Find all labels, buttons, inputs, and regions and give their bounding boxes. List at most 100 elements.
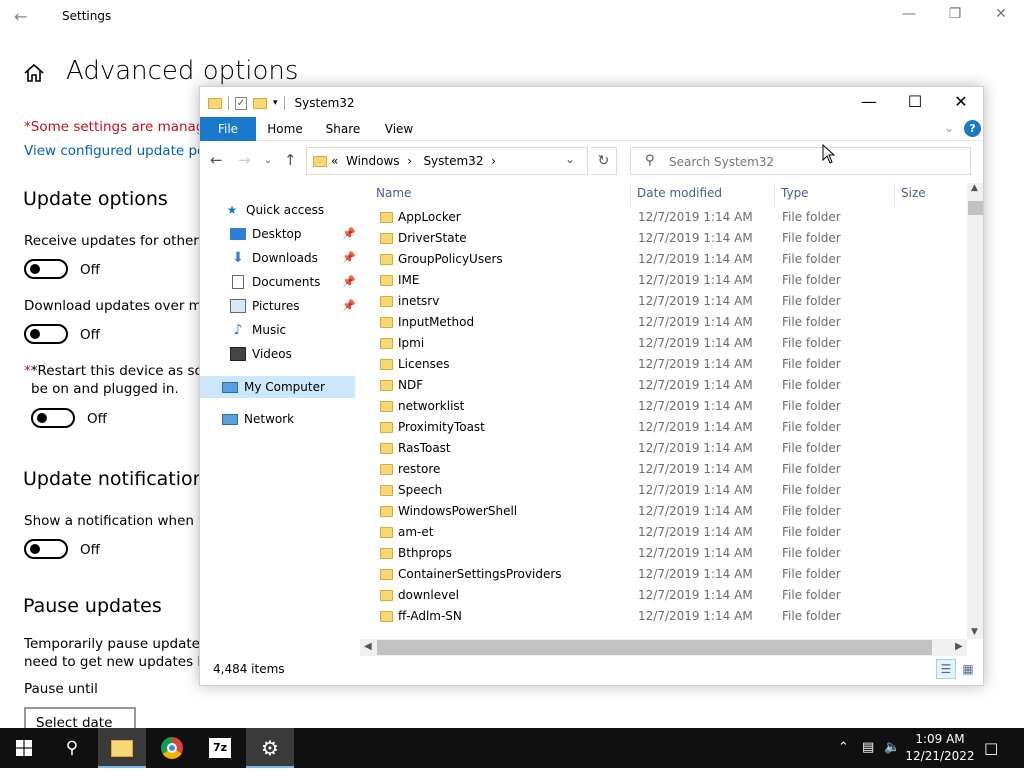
table-row[interactable]: Bthprops 12/7/2019 1:14 AM File folder — [370, 543, 970, 564]
scroll-thumb[interactable] — [377, 640, 932, 655]
pin-icon[interactable]: 📌 — [342, 299, 356, 312]
details-view-icon[interactable]: ☰ — [936, 659, 956, 679]
taskbar-file-explorer[interactable] — [98, 728, 146, 768]
table-row[interactable]: GroupPolicyUsers 12/7/2019 1:14 AM File fo… — [370, 249, 970, 270]
close-icon[interactable]: ✕ — [938, 87, 983, 117]
column-divider[interactable] — [894, 183, 895, 207]
home-icon[interactable] — [23, 62, 45, 84]
tab-home[interactable]: Home — [262, 117, 308, 141]
volume-icon[interactable]: 🔈 — [884, 728, 900, 768]
minimize-icon[interactable]: — — [846, 87, 892, 117]
pin-icon[interactable]: 📌 — [342, 275, 356, 288]
file-type: File folder — [782, 231, 841, 245]
properties-icon[interactable]: ✓ — [235, 96, 247, 110]
close-icon[interactable]: ✕ — [978, 6, 1024, 26]
nav-item-network[interactable]: Network — [222, 408, 294, 430]
column-header-name[interactable]: Name — [376, 186, 411, 200]
show-notification-toggle[interactable] — [24, 539, 68, 559]
table-row[interactable]: ff-Adlm-SN 12/7/2019 1:14 AM File folder — [370, 606, 970, 627]
column-divider[interactable] — [630, 183, 631, 207]
column-header-size[interactable]: Size — [901, 186, 926, 200]
table-row[interactable]: Speech 12/7/2019 1:14 AM File folder — [370, 480, 970, 501]
table-row[interactable]: DriverState 12/7/2019 1:14 AM File folder — [370, 228, 970, 249]
table-row[interactable]: restore 12/7/2019 1:14 AM File folder — [370, 459, 970, 480]
nav-item-music[interactable]: ♪ Music — [230, 319, 287, 341]
horizontal-scrollbar[interactable]: ◀ ▶ — [360, 639, 967, 656]
scroll-down-icon[interactable]: ▼ — [971, 627, 978, 637]
table-row[interactable]: RasToast 12/7/2019 1:14 AM File folder — [370, 438, 970, 459]
breadcrumb-overflow[interactable]: « — [331, 154, 338, 168]
maximize-icon[interactable]: ☐ — [892, 87, 938, 117]
table-row[interactable]: Licenses 12/7/2019 1:14 AM File folder — [370, 354, 970, 375]
column-header-type[interactable]: Type — [781, 186, 809, 200]
nav-item-documents[interactable]: Documents — [230, 271, 320, 293]
taskbar-chrome[interactable] — [148, 728, 196, 768]
scroll-up-icon[interactable]: ▲ — [971, 183, 978, 193]
customize-toolbar-icon[interactable]: ▾ — [273, 98, 278, 108]
scroll-right-icon[interactable]: ▶ — [955, 641, 963, 652]
scroll-left-icon[interactable]: ◀ — [364, 641, 372, 652]
nav-item-quick-access[interactable]: ★ Quick access — [224, 199, 325, 221]
table-row[interactable]: WindowsPowerShell 12/7/2019 1:14 AM File f… — [370, 501, 970, 522]
taskbar-settings[interactable]: ⚙ — [246, 728, 294, 768]
tab-share[interactable]: Share — [320, 117, 366, 141]
column-divider[interactable] — [774, 183, 775, 207]
network-icon[interactable]: ▤ — [862, 728, 874, 768]
folder-icon — [380, 233, 393, 244]
address-bar[interactable]: « Windows › System32 › ⌄ — [306, 147, 588, 175]
pin-icon[interactable]: 📌 — [342, 251, 356, 264]
back-arrow-icon[interactable]: ← — [210, 151, 223, 169]
forward-arrow-icon[interactable]: → — [238, 151, 251, 169]
file-name: inetsrv — [398, 294, 440, 308]
nav-item-my-computer[interactable]: My Computer — [200, 376, 355, 398]
table-row[interactable]: IME 12/7/2019 1:14 AM File folder — [370, 270, 970, 291]
tab-view[interactable]: View — [376, 117, 422, 141]
nav-item-desktop[interactable]: Desktop — [230, 223, 302, 245]
new-folder-icon[interactable] — [253, 97, 267, 109]
clock[interactable]: 1:09 AM 12/21/2022 — [900, 731, 980, 765]
vertical-scrollbar[interactable]: ▲ ▼ — [967, 183, 983, 639]
search-box[interactable]: ⚲ — [630, 147, 971, 175]
scroll-thumb[interactable] — [968, 201, 983, 215]
receive-updates-toggle[interactable] — [24, 259, 68, 279]
table-row[interactable]: downlevel 12/7/2019 1:14 AM File folder — [370, 585, 970, 606]
show-hidden-icons[interactable]: ⌃ — [838, 728, 849, 768]
expand-ribbon-icon[interactable]: ⌄ — [944, 121, 954, 135]
start-button[interactable] — [0, 728, 48, 768]
configured-policies-link[interactable]: View configured update poli — [24, 143, 213, 159]
table-row[interactable]: networklist 12/7/2019 1:14 AM File folder — [370, 396, 970, 417]
address-dropdown-icon[interactable]: ⌄ — [565, 152, 575, 166]
tab-file[interactable]: File — [200, 117, 256, 141]
table-row[interactable]: InputMethod 12/7/2019 1:14 AM File folder — [370, 312, 970, 333]
notifications-icon[interactable]: □ — [984, 728, 998, 768]
nav-item-pictures[interactable]: Pictures — [230, 295, 300, 317]
nav-item-videos[interactable]: Videos — [230, 343, 292, 365]
minimize-icon[interactable]: — — [886, 6, 932, 26]
refresh-icon[interactable]: ↻ — [591, 147, 617, 175]
column-header-date[interactable]: Date modified — [637, 186, 722, 200]
table-row[interactable]: Ipmi 12/7/2019 1:14 AM File folder — [370, 333, 970, 354]
table-row[interactable]: inetsrv 12/7/2019 1:14 AM File folder — [370, 291, 970, 312]
table-row[interactable]: ProximityToast 12/7/2019 1:14 AM File fold… — [370, 417, 970, 438]
help-icon[interactable]: ? — [964, 120, 981, 137]
taskbar-7zip[interactable]: 7z — [196, 728, 244, 768]
table-row[interactable]: NDF 12/7/2019 1:14 AM File folder — [370, 375, 970, 396]
search-input[interactable] — [669, 152, 959, 172]
folder-icon — [380, 359, 393, 370]
restart-toggle[interactable] — [31, 408, 75, 428]
breadcrumb-system32[interactable]: System32 — [423, 154, 483, 168]
table-row[interactable]: AppLocker 12/7/2019 1:14 AM File folder — [370, 207, 970, 228]
recent-locations-icon[interactable]: ⌄ — [264, 155, 272, 166]
up-arrow-icon[interactable]: ↑ — [284, 151, 297, 169]
search-button[interactable]: ⚲ — [48, 728, 96, 768]
nav-item-downloads[interactable]: ⬇ Downloads — [230, 247, 318, 269]
back-arrow-icon[interactable]: ← — [14, 7, 27, 26]
restore-icon[interactable]: ❐ — [932, 6, 978, 26]
breadcrumb-windows[interactable]: Windows — [346, 154, 400, 168]
table-row[interactable]: ContainerSettingsProviders 12/7/2019 1:14… — [370, 564, 970, 585]
metered-toggle[interactable] — [24, 324, 68, 344]
large-icons-view-icon[interactable]: ▦ — [958, 659, 978, 679]
pin-icon[interactable]: 📌 — [342, 227, 356, 240]
nav-label: Desktop — [252, 227, 302, 241]
table-row[interactable]: am-et 12/7/2019 1:14 AM File folder — [370, 522, 970, 543]
